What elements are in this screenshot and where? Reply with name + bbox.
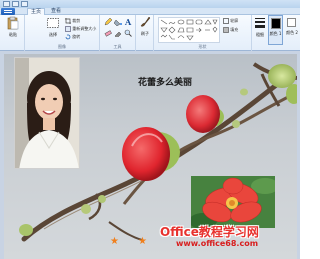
color1-icon <box>271 18 281 29</box>
size-label: 粗细 <box>256 32 264 37</box>
shape-fill-label: 填充 <box>230 27 239 32</box>
portrait-photo[interactable] <box>14 57 80 169</box>
color-picker-icon[interactable] <box>114 29 122 37</box>
outline-label: 轮廓 <box>230 18 239 23</box>
canvas-caption: 花蕾多么美丽 <box>138 78 193 88</box>
brush-button[interactable]: 刷子 <box>137 15 153 41</box>
pencil-icon[interactable] <box>104 18 112 26</box>
tab-home[interactable]: 主页 <box>27 8 46 15</box>
svg-text:A: A <box>124 18 132 26</box>
select-button[interactable]: 选择 <box>45 16 61 42</box>
size-icon <box>255 18 265 28</box>
color2-label: 颜色 2 <box>286 30 298 35</box>
paint-menu-button[interactable] <box>1 8 15 15</box>
crop-button[interactable]: 裁剪 <box>65 18 80 24</box>
shape-fill-icon <box>223 27 229 33</box>
tab-view[interactable]: 查看 <box>48 8 64 15</box>
undo-icon[interactable] <box>12 1 19 7</box>
select-label: 选择 <box>49 32 57 37</box>
select-icon <box>47 18 59 28</box>
resize-icon <box>65 26 71 32</box>
text-icon[interactable]: A <box>124 18 132 26</box>
shapes-group: 轮廓 填充 形状 <box>154 15 252 51</box>
star-icon: ★ <box>110 236 119 247</box>
crop-label: 裁剪 <box>72 18 81 23</box>
shapes-group-label: 形状 <box>198 44 207 49</box>
watermark: Office教程学习网 www.office68.com <box>160 225 300 249</box>
paste-icon <box>7 16 19 30</box>
watermark-url: www.office68.com <box>176 239 259 248</box>
flower-photo[interactable] <box>191 176 275 228</box>
colors-group: 粗细 颜色 1 颜色 2 <box>252 15 300 51</box>
title-bar <box>0 0 300 8</box>
color1-button[interactable]: 颜色 1 <box>268 15 283 45</box>
image-group-label: 图像 <box>58 44 66 49</box>
size-button[interactable]: 粗细 <box>253 16 267 42</box>
shapes-gallery-icons <box>160 19 218 41</box>
crop-icon <box>65 18 71 24</box>
rotate-button[interactable]: 旋转 <box>65 34 80 40</box>
redo-icon[interactable] <box>21 1 28 7</box>
watermark-title: Office教程学习网 <box>160 225 259 239</box>
color2-button[interactable]: 颜色 2 <box>285 15 299 45</box>
rotate-icon <box>65 34 71 40</box>
tools-group: A 工具 <box>100 15 136 51</box>
resize-label: 重新调整大小 <box>72 26 97 31</box>
eraser-icon[interactable] <box>104 29 112 37</box>
color1-label: 颜色 1 <box>269 31 282 36</box>
brush-label: 刷子 <box>141 31 149 36</box>
color2-icon <box>287 18 296 27</box>
outline-button[interactable]: 轮廓 <box>223 18 238 24</box>
clipboard-group: 粘贴 <box>0 15 25 51</box>
outline-icon <box>223 18 229 24</box>
rotate-label: 旋转 <box>72 34 81 39</box>
resize-button[interactable]: 重新调整大小 <box>65 26 96 32</box>
large-red-bud <box>122 127 180 181</box>
fill-icon[interactable] <box>114 18 122 26</box>
portrait-image <box>15 58 79 168</box>
shape-fill-button[interactable]: 填充 <box>223 27 238 33</box>
save-icon[interactable] <box>3 1 10 7</box>
ribbon: 粘贴 选择 裁剪 重新调整大小 旋转 图像 A 工具 刷子 轮廓 填充 形状 粗… <box>0 15 300 51</box>
image-group: 选择 裁剪 重新调整大小 旋转 图像 <box>25 15 100 51</box>
shapes-gallery[interactable] <box>158 17 220 43</box>
paste-label: 粘贴 <box>9 32 17 37</box>
ribbon-tab-bar: 主页 查看 <box>0 8 300 15</box>
star-icon: ★ <box>138 236 147 247</box>
paste-button[interactable]: 粘贴 <box>5 16 21 42</box>
red-flower-image <box>191 176 275 228</box>
magnifier-icon[interactable] <box>124 29 132 37</box>
brushes-group: 刷子 <box>136 15 154 51</box>
brush-icon <box>140 16 151 27</box>
tools-group-label: 工具 <box>113 44 122 49</box>
